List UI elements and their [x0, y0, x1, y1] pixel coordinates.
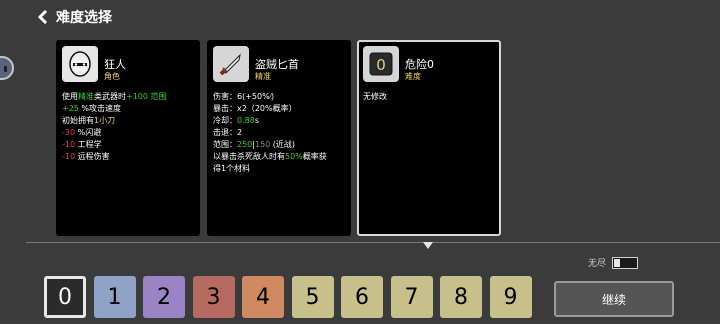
difficulty-button-1[interactable]: 1	[93, 276, 136, 318]
description-text: 击退：2	[213, 128, 243, 137]
description-text: 0.88	[237, 116, 255, 125]
card-type: 角色	[104, 72, 120, 81]
description-line: 冷却：0.88s	[213, 115, 345, 127]
card-description: 伤害：6(+50%⁄) 暴击：x2（20%概率） 冷却：0.88s 击退：2 范围：25…	[213, 91, 345, 175]
description-text: 冷却：	[213, 116, 237, 125]
difficulty-button-3[interactable]: 3	[192, 276, 235, 318]
back-chevron-icon[interactable]	[36, 10, 50, 24]
description-text: 伤害：6(+50%	[213, 92, 270, 101]
endless-toggle-row: 无尽	[588, 256, 639, 269]
description-line: 得1个材料	[213, 163, 345, 175]
description-text: 得1个材料	[213, 164, 251, 173]
description-line: -30 %闪避	[62, 127, 194, 139]
difficulty-button-9[interactable]: 9	[489, 276, 532, 318]
description-line: 无修改	[363, 91, 495, 103]
difficulty-button-4[interactable]: 4	[242, 276, 284, 318]
description-text: 使用	[62, 92, 78, 101]
description-text: 150	[254, 140, 271, 149]
divider	[26, 242, 720, 243]
description-line: 暴击：x2（20%概率）	[213, 103, 345, 115]
description-line: 使用精准类武器时+100 范围	[62, 91, 194, 103]
description-text: %闪避	[75, 128, 102, 137]
difficulty-button-2[interactable]: 2	[143, 276, 185, 318]
description-text: s	[254, 116, 259, 125]
card-name: 危险0	[405, 58, 434, 71]
description-text: -30	[62, 128, 76, 137]
description-text: 初始拥有	[62, 116, 94, 125]
difficulty-button-6[interactable]: 6	[341, 276, 383, 318]
description-text: 1小刀	[94, 116, 116, 125]
toggle-knob	[614, 258, 621, 267]
description-text: 暴击：x2（20%概率）	[213, 104, 297, 113]
character-card[interactable]: 狂人 角色 使用精准类武器时+100 范围 +25 %攻击速度 初始拥有1小刀 -30…	[56, 40, 200, 236]
description-line: 以暴击杀死敌人时有50%概率获	[213, 151, 345, 163]
dagger-icon	[213, 46, 249, 82]
description-text: 以暴击杀死敌人时有	[213, 152, 285, 161]
card-type: 精准	[255, 72, 271, 81]
svg-text:0: 0	[376, 56, 386, 74]
header: 难度选择	[36, 6, 112, 28]
description-text: +25	[62, 104, 79, 113]
difficulty-button-7[interactable]: 7	[390, 276, 433, 318]
card-type: 难度	[405, 72, 421, 81]
description-line: 击退：2	[213, 127, 345, 139]
description-line: +25 %攻击速度	[62, 103, 194, 115]
page-title: 难度选择	[56, 10, 112, 26]
description-line: 伤害：6(+50%⁄)	[213, 91, 345, 103]
difficulty-button-5[interactable]: 5	[291, 276, 334, 318]
side-menu-icon[interactable]	[0, 56, 14, 80]
weapon-card[interactable]: 盗贼匕首 精准 伤害：6(+50%⁄) 暴击：x2（20%概率） 冷却：0.88s 击…	[207, 40, 351, 236]
description-text: 无修改	[363, 92, 387, 101]
description-line: 范围：250|150 (近战)	[213, 139, 345, 151]
description-text: )	[271, 92, 275, 101]
difficulty-button-8[interactable]: 8	[440, 276, 482, 318]
description-text: 远程伤害	[75, 152, 110, 161]
description-text: 范围：	[213, 140, 237, 149]
card-description: 使用精准类武器时+100 范围 +25 %攻击速度 初始拥有1小刀 -30 %闪避 -1…	[62, 91, 194, 163]
description-line: 初始拥有1小刀	[62, 115, 194, 127]
description-text: +100 范围	[126, 92, 167, 101]
description-text: 概率获	[302, 152, 327, 161]
description-text: (近战)	[270, 140, 296, 149]
description-text: 工程学	[75, 140, 102, 149]
description-text: -10	[62, 140, 76, 149]
endless-toggle[interactable]	[612, 256, 639, 269]
card-name: 狂人	[104, 58, 126, 71]
card-name: 盗贼匕首	[255, 58, 299, 71]
description-text: -10	[62, 152, 76, 161]
description-line: -10 工程学	[62, 139, 194, 151]
endless-label: 无尽	[588, 259, 607, 269]
difficulty-zero-icon: 0	[363, 46, 399, 82]
description-text: %攻击速度	[78, 104, 122, 113]
description-line: -10 远程伤害	[62, 151, 194, 163]
card-description: 无修改	[363, 91, 495, 103]
continue-button[interactable]: 继续	[554, 281, 674, 317]
maniac-portrait-icon	[62, 46, 98, 82]
description-text: 250	[237, 140, 253, 149]
difficulty-card[interactable]: 0 危险0 难度 无修改	[357, 40, 501, 236]
description-text: 50%	[285, 152, 303, 161]
selection-indicator-icon	[423, 242, 433, 249]
description-text: 类武器时	[94, 92, 126, 101]
difficulty-button-0[interactable]: 0	[44, 276, 86, 318]
description-text: 精准	[78, 92, 94, 101]
